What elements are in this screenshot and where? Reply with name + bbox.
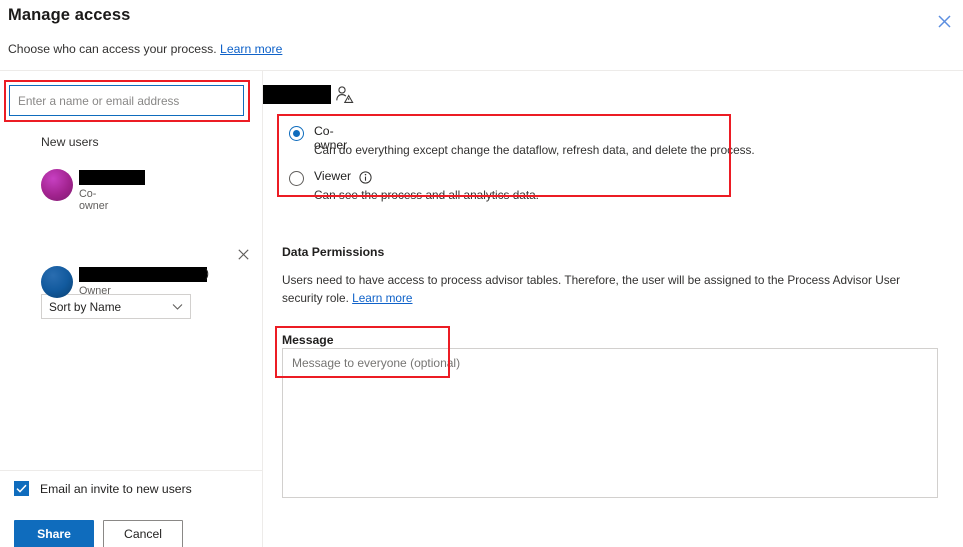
search-input[interactable]: [9, 85, 244, 116]
redacted-selected-user-name: [263, 85, 331, 104]
close-button[interactable]: [931, 8, 957, 34]
radio-icon-selected[interactable]: [289, 126, 304, 141]
email-invite-checkbox-row[interactable]: Email an invite to new users: [14, 481, 192, 496]
info-icon[interactable]: [359, 171, 372, 189]
subtitle-text: Choose who can access your process.: [8, 42, 217, 56]
check-icon: [16, 480, 27, 498]
user-role-label: Owner: [79, 285, 111, 297]
dialog-subtitle: Choose who can access your process. Lear…: [8, 42, 282, 56]
data-permissions-body: Users need to have access to process adv…: [282, 271, 938, 307]
radio-icon-unselected[interactable]: [289, 171, 304, 186]
person-warning-icon: [335, 85, 354, 109]
radio-label: Viewer: [314, 169, 352, 183]
email-invite-label: Email an invite to new users: [40, 481, 192, 496]
header-learn-more-link[interactable]: Learn more: [220, 42, 282, 56]
redacted-user-name: [79, 170, 145, 185]
people-picker: [9, 85, 244, 116]
message-label: Message: [282, 333, 334, 347]
redacted-user-name: [79, 267, 207, 282]
sort-dropdown-value: Sort by Name: [49, 299, 122, 314]
close-icon: [937, 14, 951, 28]
user-role-label: Co-owner: [79, 188, 109, 212]
avatar: [41, 266, 73, 298]
share-button[interactable]: Share: [14, 520, 94, 547]
manage-access-dialog: Manage access Choose who can access your…: [0, 0, 963, 547]
sort-dropdown[interactable]: Sort by Name: [41, 294, 191, 319]
data-permissions-title: Data Permissions: [282, 245, 385, 259]
new-users-label: New users: [41, 135, 99, 149]
page-title: Manage access: [8, 6, 131, 24]
cancel-button[interactable]: Cancel: [103, 520, 183, 547]
chevron-down-icon: [172, 300, 183, 314]
radio-dot: [293, 130, 301, 138]
data-permissions-learn-more-link[interactable]: Learn more: [352, 291, 412, 305]
user-name-suffix: ): [205, 266, 209, 280]
avatar: [41, 169, 73, 201]
dialog-actions: Share Cancel: [14, 520, 183, 547]
remove-user-button[interactable]: [232, 245, 254, 267]
right-panel: Co-owner Can do everything except change…: [263, 71, 963, 547]
email-invite-checkbox[interactable]: [14, 481, 29, 496]
radio-description: Can do everything except change the data…: [314, 143, 755, 157]
dialog-header: Manage access Choose who can access your…: [0, 0, 963, 70]
message-textarea[interactable]: [282, 348, 938, 498]
left-panel-divider: [0, 470, 262, 471]
role-radio-group: Co-owner Can do everything except change…: [277, 114, 755, 202]
radio-description: Can see the process and all analytics da…: [314, 188, 539, 202]
close-icon: [237, 247, 249, 265]
left-panel: New users Co-owner Sort by Name: [0, 71, 262, 547]
